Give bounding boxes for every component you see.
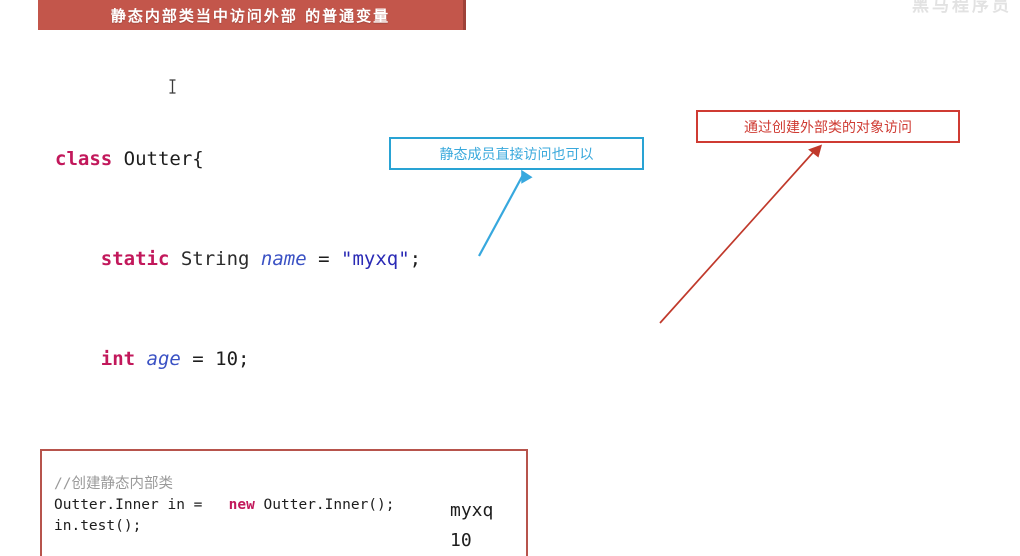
semicolon: ; [409, 248, 422, 270]
usage-code: //创建静态内部类 Outter.Inner in = new Outter.I… [54, 474, 395, 537]
console-output-line-2: 10 [450, 530, 472, 551]
usage-comment: //创建静态内部类 [54, 476, 173, 492]
slide-title-text: 静态内部类当中访问外部 的普通变量 [110, 6, 391, 25]
class-name-outter: Outter{ [112, 148, 204, 170]
console-output: myxq 10 [450, 496, 493, 556]
usage-call: in.test(); [54, 518, 142, 534]
string-literal-myxq: "myxq" [341, 248, 410, 270]
usage-decl-prefix: Outter.Inner in = [54, 497, 229, 513]
callout-static-member-access: 静态成员直接访问也可以 [389, 137, 644, 170]
slide-title-banner: 静态内部类当中访问外部 的普通变量 [38, 0, 466, 30]
code-line-2: static String name = "myxq"; [55, 247, 620, 272]
keyword-int: int [100, 348, 136, 370]
callout-red-text: 通过创建外部类的对象访问 [744, 119, 912, 136]
watermark-text: 黑马程序员 [912, 0, 1012, 16]
keyword-class: class [55, 148, 113, 170]
usage-console-box: //创建静态内部类 Outter.Inner in = new Outter.I… [40, 449, 528, 556]
callout-create-outer-object: 通过创建外部类的对象访问 [696, 110, 960, 143]
keyword-static: static [100, 248, 170, 270]
code-line-3: int age = 10; [55, 347, 620, 372]
assign-ten: = 10; [180, 348, 250, 370]
slide-canvas: 静态内部类当中访问外部 的普通变量 黑马程序员 class Outter{ st… [0, 0, 1020, 556]
callout-cyan-text: 静态成员直接访问也可以 [439, 146, 594, 163]
usage-decl-suffix: Outter.Inner(); [254, 497, 395, 513]
field-age: age [135, 348, 181, 370]
console-output-line-1: myxq [450, 500, 494, 521]
type-string: String [169, 248, 261, 270]
field-name: name [260, 248, 307, 270]
red-arrow-line [659, 146, 819, 324]
usage-keyword-new: new [228, 497, 255, 513]
operator-assign: = [306, 248, 342, 270]
